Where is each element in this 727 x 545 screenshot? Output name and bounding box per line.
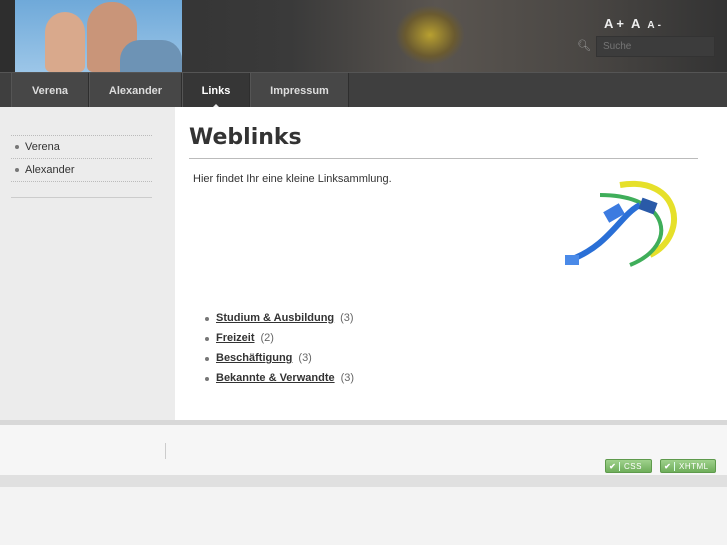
font-reset-button[interactable]: A (631, 16, 643, 31)
xhtml-valid-badge[interactable]: ✔ XHTML (660, 459, 716, 473)
divider (165, 443, 166, 459)
main-nav: Verena Alexander Links Impressum (0, 72, 727, 108)
tab-impressum[interactable]: Impressum (250, 73, 349, 108)
link-beschaeftigung[interactable]: Beschäftigung (216, 352, 292, 364)
search-icon: 🔍︎ (577, 40, 591, 52)
header-banner: A+ A A- 🔍︎ (0, 0, 727, 72)
tab-alexander[interactable]: Alexander (89, 73, 182, 108)
footer: ✔ CSS ✔ XHTML (0, 425, 727, 475)
check-icon: ✔ (661, 461, 675, 471)
network-cable-image (565, 180, 677, 267)
sidebar: Verena Alexander (0, 107, 175, 420)
link-bekannte[interactable]: Bekannte & Verwandte (216, 372, 335, 384)
header-photo (15, 0, 182, 72)
link-count: (3) (298, 352, 312, 364)
footer-border (0, 475, 727, 487)
font-increase-button[interactable]: A+ (604, 16, 627, 31)
content: Weblinks Hier findet Ihr eine kleine Lin… (175, 107, 727, 420)
sidebar-item-alexander[interactable]: Alexander (11, 159, 152, 182)
kayak-image (395, 5, 465, 65)
font-decrease-button[interactable]: A- (647, 20, 664, 31)
divider (11, 197, 152, 198)
css-valid-badge[interactable]: ✔ CSS (605, 459, 652, 473)
check-icon: ✔ (606, 461, 620, 471)
intro-text: Hier findet Ihr eine kleine Linksammlung… (193, 173, 392, 185)
page-title: Weblinks (189, 125, 302, 150)
divider (189, 158, 698, 159)
link-count: (2) (260, 332, 274, 344)
list-item: Studium & Ausbildung (3) (205, 312, 354, 332)
list-item: Freizeit (2) (205, 332, 354, 352)
sidebar-item-verena[interactable]: Verena (11, 136, 152, 159)
tab-verena[interactable]: Verena (11, 73, 89, 108)
link-freizeit[interactable]: Freizeit (216, 332, 255, 344)
link-category-list: Studium & Ausbildung (3) Freizeit (2) Besc… (205, 312, 354, 392)
list-item: Bekannte & Verwandte (3) (205, 372, 354, 392)
font-size-controls: A+ A A- (604, 16, 668, 31)
link-count: (3) (340, 312, 354, 324)
link-studium[interactable]: Studium & Ausbildung (216, 312, 334, 324)
tab-links[interactable]: Links (182, 73, 250, 108)
link-count: (3) (340, 372, 355, 384)
list-item: Beschäftigung (3) (205, 352, 354, 372)
search-input[interactable] (596, 36, 715, 57)
